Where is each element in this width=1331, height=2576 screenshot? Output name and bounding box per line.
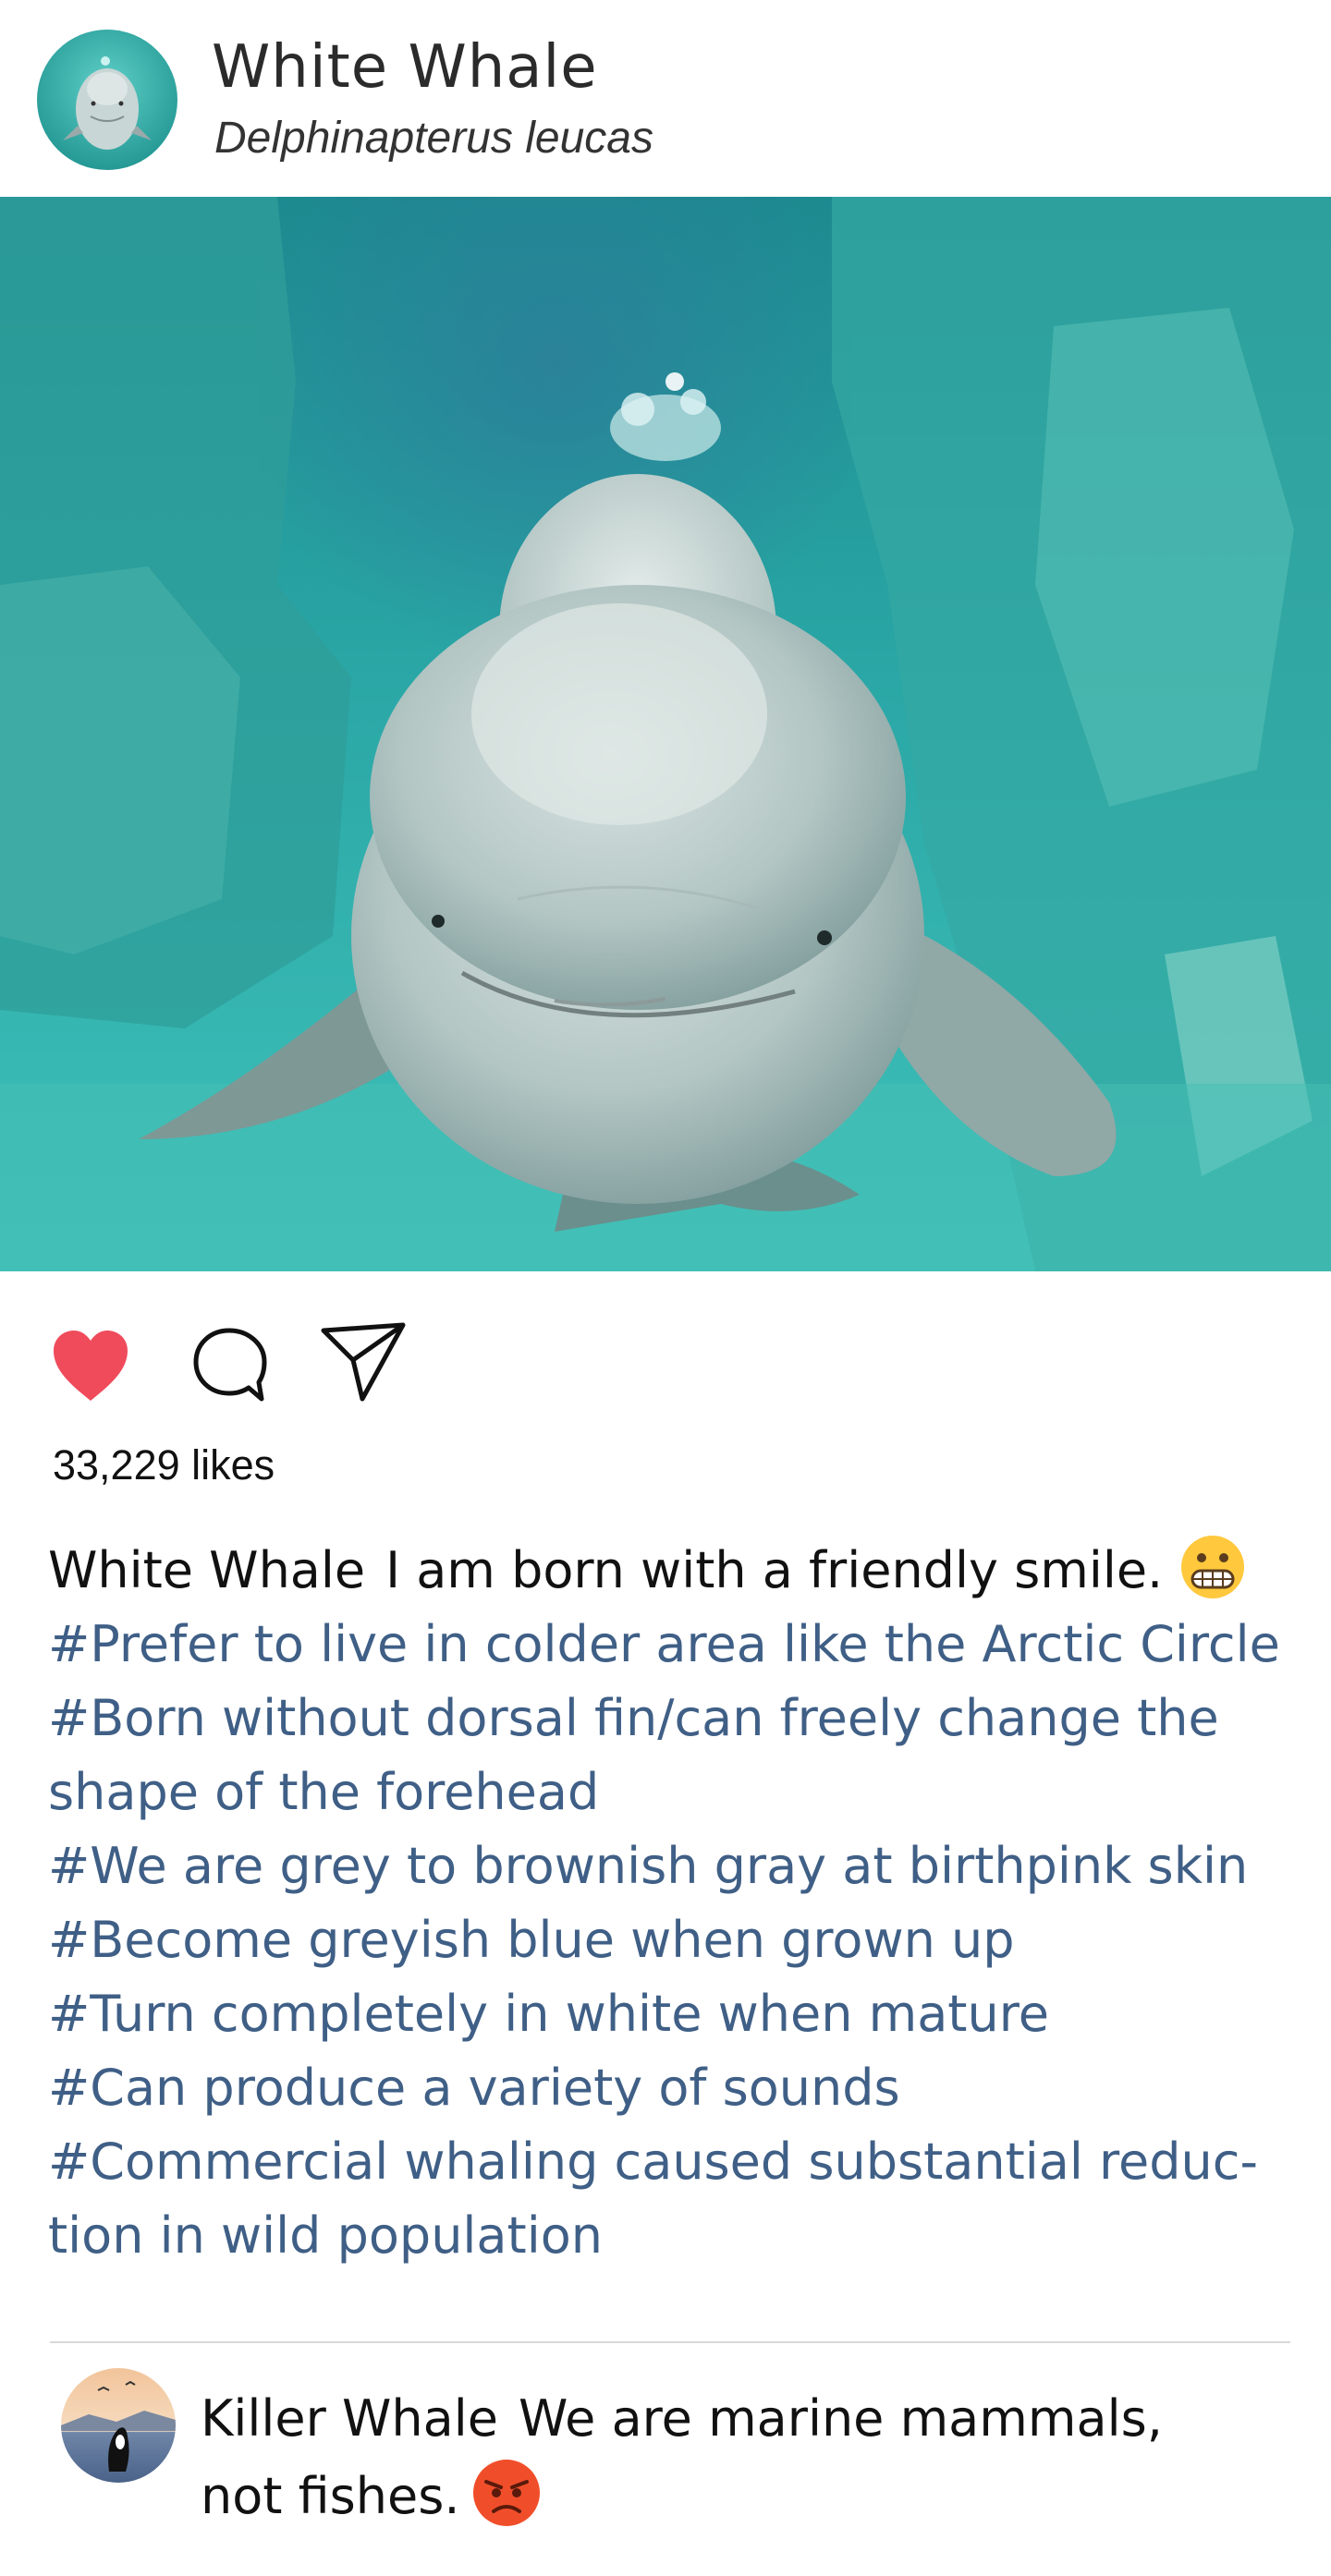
- post-caption: White Whale I am born with a friendly smi…: [48, 1534, 1305, 2273]
- caption-username[interactable]: White Whale: [48, 1541, 365, 1599]
- hashtag[interactable]: #Turn completely in white when mature: [48, 1977, 1305, 2051]
- heart-icon[interactable]: [50, 1327, 131, 1404]
- author-name[interactable]: White Whale: [212, 33, 598, 102]
- hashtag[interactable]: #Born without dorsal fin/can freely chan…: [48, 1682, 1305, 1756]
- author-subtitle: Delphinapterus leucas: [214, 114, 653, 163]
- hashtag[interactable]: tion in wild population: [48, 2199, 1305, 2273]
- comment-icon[interactable]: [190, 1325, 268, 1404]
- send-icon[interactable]: [320, 1319, 409, 1406]
- action-bar: [0, 1271, 1331, 1456]
- caption-first-line: White Whale I am born with a friendly smi…: [48, 1534, 1305, 1608]
- angry-face-emoji: [471, 2458, 542, 2528]
- hashtag[interactable]: shape of the forehead: [48, 1756, 1305, 1829]
- comment-text-continued: not fishes.: [201, 2467, 460, 2525]
- divider: [50, 2341, 1290, 2343]
- author-avatar[interactable]: [37, 30, 177, 170]
- hashtag[interactable]: #We are grey to brownish gray at birthpi…: [48, 1829, 1305, 1903]
- post-header: White Whale Delphinapterus leucas: [0, 0, 1331, 197]
- hashtag[interactable]: #Commercial whaling caused substantial r…: [48, 2125, 1305, 2199]
- post-photo[interactable]: [0, 197, 1331, 1271]
- caption-text: I am born with a friendly smile.: [385, 1541, 1164, 1599]
- comment-second-line: not fishes.: [201, 2458, 542, 2528]
- hashtag[interactable]: #Prefer to live in colder area like the …: [48, 1608, 1305, 1682]
- hashtag[interactable]: #Become greyish blue when grown up: [48, 1903, 1305, 1977]
- commenter-username[interactable]: Killer Whale: [201, 2389, 498, 2448]
- like-count[interactable]: 33,229 likes: [53, 1441, 275, 1489]
- comment-text: We are marine mammals,: [518, 2389, 1163, 2448]
- comment-first-line: Killer Whale We are marine mammals,: [201, 2389, 1163, 2448]
- grimacing-face-emoji: [1179, 1534, 1246, 1600]
- commenter-avatar[interactable]: [61, 2368, 176, 2483]
- hashtag[interactable]: #Can produce a variety of sounds: [48, 2051, 1305, 2125]
